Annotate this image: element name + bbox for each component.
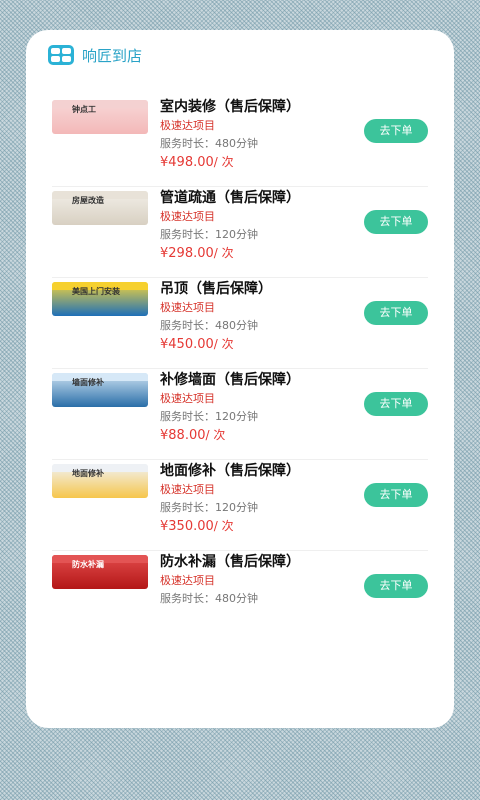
thumbnail-text: 美国上门安装 [72, 287, 120, 296]
thumbnail-text: 钟点工 [72, 105, 96, 114]
service-tag: 极速达项目 [160, 483, 215, 496]
service-tag: 极速达项目 [160, 301, 215, 314]
service-tag: 极速达项目 [160, 392, 215, 405]
service-thumbnail[interactable]: 墙面修补 [52, 373, 148, 407]
order-button[interactable]: 去下单 [364, 392, 428, 416]
price-value: ¥350.00 [160, 519, 214, 534]
order-button[interactable]: 去下单 [364, 574, 428, 598]
order-button[interactable]: 去下单 [364, 301, 428, 325]
service-price: ¥88.00/ 次 [160, 426, 356, 445]
service-title: 防水补漏（售后保障） [160, 554, 300, 570]
price-unit: / 次 [213, 155, 234, 169]
list-item[interactable]: 钟点工 室内装修（售后保障） 极速达项目 服务时长：480分钟 ¥498.00/… [52, 96, 428, 187]
service-list-card: 响匠到店 钟点工 室内装修（售后保障） 极速达项目 服务时长：480分钟 ¥49… [26, 30, 454, 728]
order-button[interactable]: 去下单 [364, 210, 428, 234]
order-button[interactable]: 去下单 [364, 483, 428, 507]
service-title: 补修墙面（售后保障） [160, 372, 300, 388]
price-value: ¥498.00 [160, 155, 214, 170]
service-duration: 服务时长：480分钟 [160, 319, 258, 332]
price-unit: / 次 [213, 246, 234, 260]
service-thumbnail[interactable]: 防水补漏 [52, 555, 148, 589]
service-price: ¥298.00/ 次 [160, 244, 356, 263]
service-title: 管道疏通（售后保障） [160, 190, 300, 206]
price-unit: / 次 [205, 428, 226, 442]
header: 响匠到店 [48, 44, 142, 66]
service-title: 室内装修（售后保障） [160, 99, 300, 115]
service-duration: 服务时长：480分钟 [160, 592, 258, 605]
list-item[interactable]: 墙面修补 补修墙面（售后保障） 极速达项目 服务时长：120分钟 ¥88.00/… [52, 369, 428, 460]
price-value: ¥450.00 [160, 337, 214, 352]
list-item[interactable]: 地面修补 地面修补（售后保障） 极速达项目 服务时长：120分钟 ¥350.00… [52, 460, 428, 551]
list-item[interactable]: 美国上门安装 吊顶（售后保障） 极速达项目 服务时长：480分钟 ¥450.00… [52, 278, 428, 369]
service-duration: 服务时长：120分钟 [160, 501, 258, 514]
service-duration: 服务时长：120分钟 [160, 410, 258, 423]
service-price: ¥350.00/ 次 [160, 517, 356, 536]
service-thumbnail[interactable]: 钟点工 [52, 100, 148, 134]
thumbnail-text: 地面修补 [72, 469, 104, 478]
price-value: ¥88.00 [160, 428, 206, 443]
order-button[interactable]: 去下单 [364, 119, 428, 143]
service-thumbnail[interactable]: 美国上门安装 [52, 282, 148, 316]
service-tag: 极速达项目 [160, 119, 215, 132]
thumbnail-text: 防水补漏 [72, 560, 104, 569]
app-grid-icon [48, 45, 74, 65]
page-title: 响匠到店 [82, 46, 143, 65]
price-unit: / 次 [213, 337, 234, 351]
thumbnail-text: 墙面修补 [72, 378, 104, 387]
list-item[interactable]: 房屋改造 管道疏通（售后保障） 极速达项目 服务时长：120分钟 ¥298.00… [52, 187, 428, 278]
price-unit: / 次 [213, 519, 234, 533]
service-list: 钟点工 室内装修（售后保障） 极速达项目 服务时长：480分钟 ¥498.00/… [52, 96, 428, 641]
list-item[interactable]: 防水补漏 防水补漏（售后保障） 极速达项目 服务时长：480分钟 去下单 [52, 551, 428, 641]
service-duration: 服务时长：120分钟 [160, 228, 258, 241]
service-price: ¥450.00/ 次 [160, 335, 356, 354]
service-tag: 极速达项目 [160, 210, 215, 223]
service-duration: 服务时长：480分钟 [160, 137, 258, 150]
service-title: 地面修补（售后保障） [160, 463, 300, 479]
thumbnail-text: 房屋改造 [72, 196, 104, 205]
service-tag: 极速达项目 [160, 574, 215, 587]
service-thumbnail[interactable]: 地面修补 [52, 464, 148, 498]
price-value: ¥298.00 [160, 246, 214, 261]
service-price: ¥498.00/ 次 [160, 153, 356, 172]
service-thumbnail[interactable]: 房屋改造 [52, 191, 148, 225]
service-title: 吊顶（售后保障） [160, 281, 272, 297]
